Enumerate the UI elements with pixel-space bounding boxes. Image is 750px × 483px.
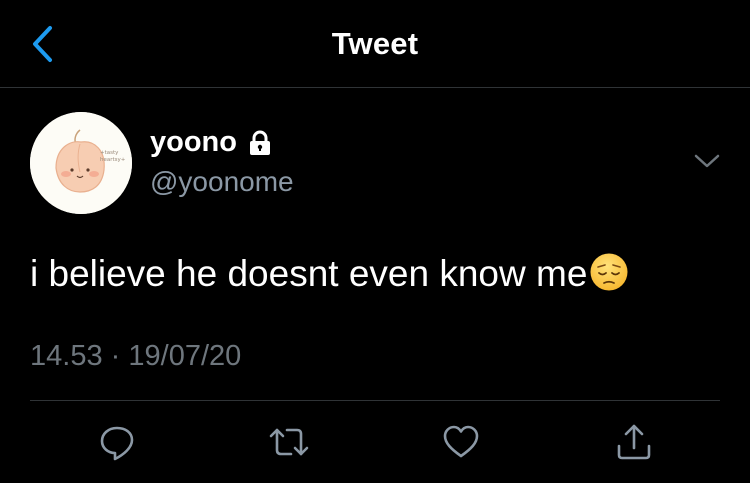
avatar-caption-top: +tasty bbox=[100, 150, 119, 156]
tweet-options-button[interactable] bbox=[690, 150, 724, 176]
avatar-caption-bottom: heartsy+ bbox=[100, 157, 126, 163]
divider bbox=[30, 400, 720, 401]
reply-button[interactable] bbox=[93, 420, 141, 468]
timestamp-separator: · bbox=[110, 340, 121, 372]
share-icon bbox=[614, 422, 654, 467]
tweet-time: 14.53 bbox=[30, 340, 103, 372]
tweet-timestamp: 14.53 · 19/07/20 bbox=[30, 340, 241, 373]
chevron-down-icon bbox=[693, 152, 721, 175]
tweet-body: i believe he doesnt even know me bbox=[30, 250, 730, 304]
tweet-text: i believe he doesnt even know me bbox=[30, 253, 588, 294]
author-handle[interactable]: @yoonome bbox=[150, 166, 294, 198]
display-name-text: yoono bbox=[150, 126, 237, 158]
share-button[interactable] bbox=[610, 420, 658, 468]
heart-icon bbox=[441, 422, 481, 467]
page-title: Tweet bbox=[331, 26, 419, 61]
pensive-face-emoji bbox=[589, 252, 629, 304]
like-button[interactable] bbox=[437, 420, 485, 468]
retweet-button[interactable] bbox=[265, 420, 313, 468]
reply-icon bbox=[97, 422, 137, 467]
retweet-icon bbox=[267, 422, 311, 467]
tweet-date: 19/07/20 bbox=[128, 340, 242, 372]
lock-icon bbox=[247, 130, 273, 156]
top-navigation-bar: Tweet bbox=[0, 0, 750, 88]
avatar[interactable]: +tasty heartsy+ bbox=[30, 112, 132, 214]
peach-avatar-illustration: +tasty heartsy+ bbox=[30, 112, 132, 214]
author-display-name[interactable]: yoono bbox=[150, 126, 273, 159]
